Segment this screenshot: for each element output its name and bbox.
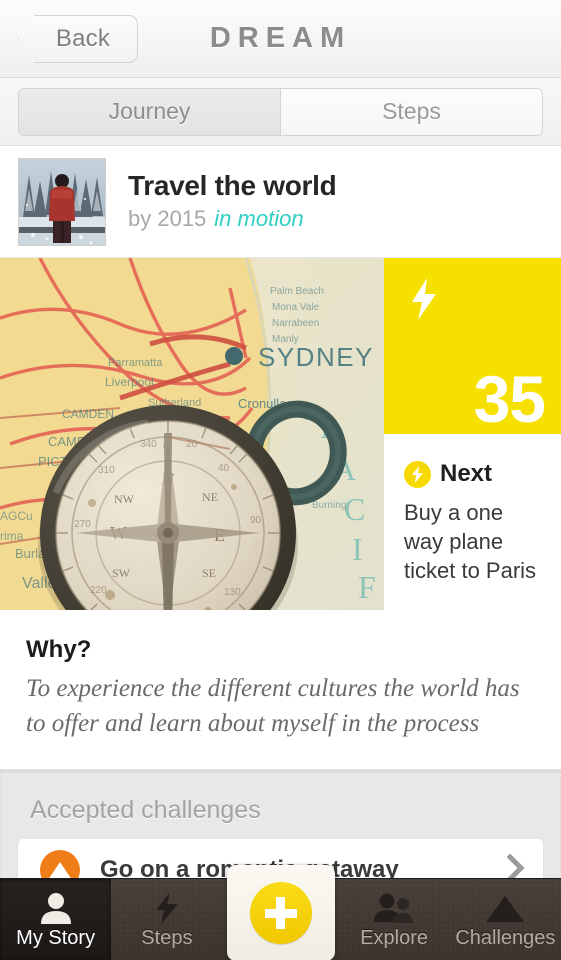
add-button[interactable]: [226, 865, 335, 960]
tab-steps[interactable]: Steps: [281, 88, 542, 135]
segmented-control: Journey Steps: [18, 87, 543, 136]
segmented-control-wrapper: Journey Steps: [0, 78, 561, 146]
app-screen: Back DREAM Journey Steps Travel the worl…: [0, 0, 561, 960]
next-step-header: Next: [404, 460, 543, 488]
add-button-slot: [223, 865, 339, 960]
tab-explore-label: Explore: [360, 926, 429, 949]
streak-count: 35: [473, 362, 546, 436]
tab-my-story-label: My Story: [16, 926, 96, 949]
tab-steps-label: Steps: [141, 926, 193, 949]
why-section: Why? To experience the different culture…: [0, 610, 561, 770]
lightning-bolt-icon: [154, 890, 180, 924]
navigation-bar: Back DREAM: [0, 0, 561, 78]
why-heading: Why?: [26, 636, 92, 663]
lightning-bolt-badge-icon: [404, 460, 431, 488]
plus-icon: [249, 882, 312, 944]
person-icon: [39, 890, 73, 924]
dream-by-label: by 2015: [128, 205, 207, 231]
mountain-icon: [484, 890, 526, 924]
dream-text-block: Travel the world by 2015 in motion: [106, 170, 337, 232]
lightning-bolt-icon: [410, 278, 438, 320]
why-body: To experience the different cultures the…: [26, 675, 520, 737]
tab-journey[interactable]: Journey: [19, 88, 281, 135]
tab-explore[interactable]: Explore: [339, 879, 450, 960]
dream-thumbnail: [18, 157, 106, 246]
two-people-icon: [373, 890, 415, 924]
thumbnail-image: [19, 158, 105, 245]
next-step-panel[interactable]: Next Buy a one way plane ticket to Paris: [384, 434, 561, 610]
dream-title: Travel the world: [128, 170, 337, 202]
tab-my-story[interactable]: My Story: [0, 879, 112, 960]
bottom-tab-bar: My Story Steps Explore Challenges: [0, 865, 561, 960]
next-step-task: Buy a one way plane ticket to Paris: [404, 500, 537, 584]
dream-header-row[interactable]: Travel the world by 2015 in motion: [0, 146, 561, 258]
streak-panel: 35: [384, 258, 561, 434]
plus-vertical-bar: [276, 897, 285, 929]
tab-steps-bottom[interactable]: Steps: [111, 879, 222, 960]
next-step-label: Next: [440, 460, 493, 487]
dream-status: in motion: [214, 205, 304, 231]
accepted-challenges-heading: Accepted challenges: [30, 796, 261, 824]
page-title: DREAM: [209, 22, 352, 54]
tab-challenges[interactable]: Challenges: [450, 879, 561, 960]
tab-challenges-label: Challenges: [455, 926, 556, 949]
dream-meta: by 2015 in motion: [128, 206, 336, 232]
hero-section: SYDNEY Cronulla CAMDEN CAMPBELL PICTON L…: [0, 258, 561, 610]
